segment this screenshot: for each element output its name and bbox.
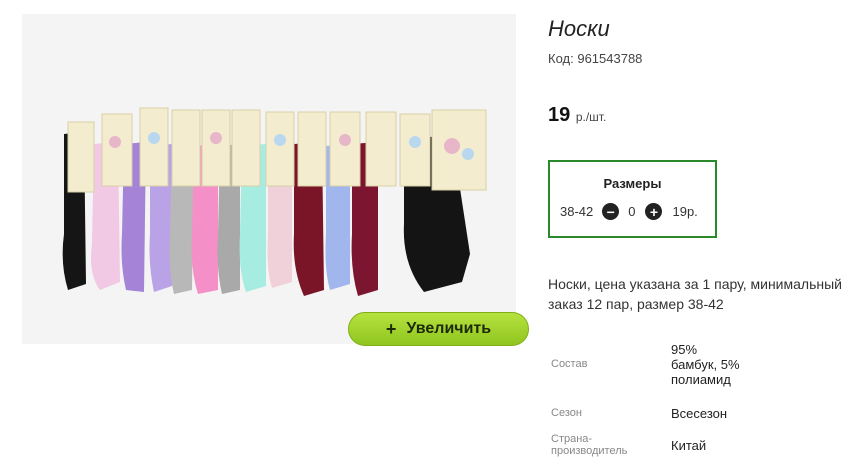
product-code-value: 961543788 bbox=[577, 51, 643, 66]
spec-row-country: Страна-производитель Китай bbox=[548, 430, 743, 460]
spec-table: Состав 95% бамбук, 5% полиамид Сезон Все… bbox=[548, 332, 743, 460]
product-image[interactable]: + Увеличить bbox=[22, 14, 529, 346]
product-price: 19 р./шт. bbox=[548, 104, 606, 127]
size-label: 38-42 bbox=[560, 204, 594, 219]
socks-illustration bbox=[62, 107, 487, 296]
spec-key: Страна-производитель bbox=[551, 433, 628, 457]
spec-value: Всесезон bbox=[671, 405, 728, 421]
minus-circle-icon[interactable]: − bbox=[602, 203, 620, 220]
spec-row-season: Сезон Всесезон bbox=[548, 396, 743, 430]
sizes-title: Размеры bbox=[603, 176, 662, 191]
spec-row-composition: Состав 95% бамбук, 5% полиамид bbox=[548, 332, 743, 396]
quantity-value[interactable]: 0 bbox=[628, 204, 635, 219]
sizes-box: Размеры 38-42 − 0 + 19р. bbox=[548, 160, 717, 238]
product-description: Носки, цена указана за 1 пару, минимальн… bbox=[548, 276, 842, 312]
product-code-label: Код: bbox=[548, 51, 574, 66]
plus-icon: + bbox=[385, 318, 397, 339]
product-title: Носки bbox=[548, 16, 610, 41]
spec-value: 95% бамбук, 5% полиамид bbox=[671, 341, 740, 387]
product-code: Код: 961543788 bbox=[548, 51, 642, 66]
plus-circle-icon[interactable]: + bbox=[645, 203, 663, 220]
zoom-button[interactable]: + Увеличить bbox=[348, 312, 529, 346]
size-row: 38-42 − 0 + 19р. bbox=[560, 203, 698, 220]
price-unit: р./шт. bbox=[575, 110, 607, 124]
spec-key: Состав bbox=[551, 358, 588, 370]
price-value: 19 bbox=[548, 104, 571, 126]
size-price: 19р. bbox=[672, 204, 698, 219]
spec-key: Сезон bbox=[551, 407, 582, 419]
zoom-button-label: Увеличить bbox=[406, 320, 492, 337]
spec-value: Китай bbox=[671, 437, 707, 453]
